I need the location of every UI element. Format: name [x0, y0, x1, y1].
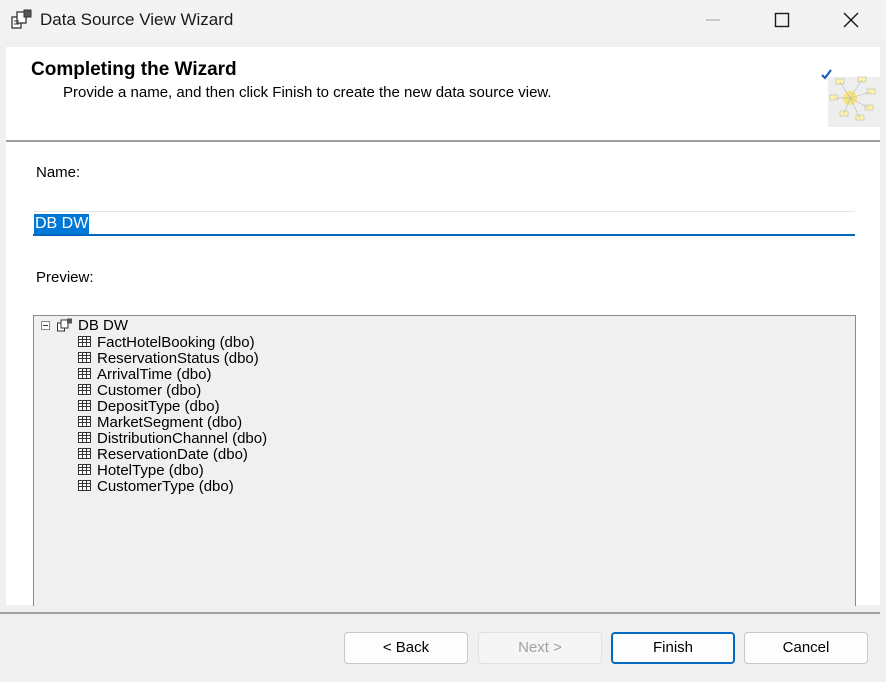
tree-item[interactable]: DistributionChannel (dbo): [34, 430, 854, 447]
back-button[interactable]: < Back: [344, 632, 468, 664]
table-icon: [78, 384, 91, 395]
maximize-button[interactable]: [747, 0, 817, 40]
minimize-button[interactable]: [678, 0, 748, 40]
title-bar: Data Source View Wizard: [0, 0, 886, 40]
name-label: Name:: [36, 164, 81, 181]
tree-item[interactable]: HotelType (dbo): [34, 462, 854, 479]
window-border: [880, 40, 886, 682]
tree-item-label: DistributionChannel (dbo): [97, 430, 268, 447]
finish-button[interactable]: Finish: [611, 632, 735, 664]
tree-item-label: MarketSegment (dbo): [97, 414, 243, 431]
preview-label: Preview:: [36, 269, 94, 286]
tree-item-label: ReservationStatus (dbo): [97, 350, 259, 367]
table-icon: [78, 352, 91, 363]
tree-item[interactable]: ArrivalTime (dbo): [34, 366, 854, 383]
wizard-graphic-icon: [821, 69, 880, 127]
tree-root-node[interactable]: DB DW: [34, 316, 854, 334]
table-icon: [78, 416, 91, 427]
tree-item[interactable]: CustomerType (dbo): [34, 478, 854, 495]
data-source-view-icon: [11, 9, 32, 29]
close-icon: [843, 12, 859, 28]
table-icon: [78, 432, 91, 443]
next-button[interactable]: Next >: [478, 632, 602, 664]
tree-item[interactable]: FactHotelBooking (dbo): [34, 334, 854, 351]
tree-item-label: ReservationDate (dbo): [97, 446, 248, 463]
tree-item[interactable]: ReservationDate (dbo): [34, 446, 854, 463]
tree-item[interactable]: MarketSegment (dbo): [34, 414, 854, 431]
table-icon: [78, 464, 91, 475]
tree-item[interactable]: DepositType (dbo): [34, 398, 854, 415]
tree-item-label: CustomerType (dbo): [97, 478, 234, 495]
tree-item-label: Customer (dbo): [97, 382, 202, 399]
table-icon: [78, 400, 91, 411]
name-input[interactable]: DB DW: [33, 211, 855, 236]
wizard-header: Completing the Wizard Provide a name, an…: [6, 47, 880, 140]
collapse-icon[interactable]: [41, 321, 50, 330]
tree-item-label: FactHotelBooking (dbo): [97, 334, 255, 351]
maximize-icon: [774, 12, 790, 28]
tree-item-label: HotelType (dbo): [97, 462, 204, 479]
tree-item[interactable]: Customer (dbo): [34, 382, 854, 399]
preview-tree[interactable]: DB DW FactHotelBooking (dbo) ReservationS…: [33, 315, 856, 606]
table-icon: [78, 480, 91, 491]
page-subtitle: Provide a name, and then click Finish to…: [63, 84, 552, 101]
tree-item-label: DepositType (dbo): [97, 398, 220, 415]
table-icon: [78, 368, 91, 379]
tree-item[interactable]: ReservationStatus (dbo): [34, 350, 854, 367]
cancel-button[interactable]: Cancel: [744, 632, 868, 664]
name-input-value: DB DW: [34, 214, 90, 234]
tree-item-label: ArrivalTime (dbo): [97, 366, 212, 383]
window-title: Data Source View Wizard: [40, 10, 234, 29]
close-button[interactable]: [816, 0, 886, 40]
minimize-icon: [706, 19, 720, 21]
table-icon: [78, 448, 91, 459]
data-source-view-icon: [57, 318, 72, 332]
tree-root-label: DB DW: [78, 317, 128, 334]
table-icon: [78, 336, 91, 347]
page-title: Completing the Wizard: [31, 59, 237, 80]
wizard-footer: < Back Next > Finish Cancel: [0, 614, 886, 682]
wizard-content: Name: DB DW Preview: DB DW FactHotelBook…: [6, 142, 880, 606]
